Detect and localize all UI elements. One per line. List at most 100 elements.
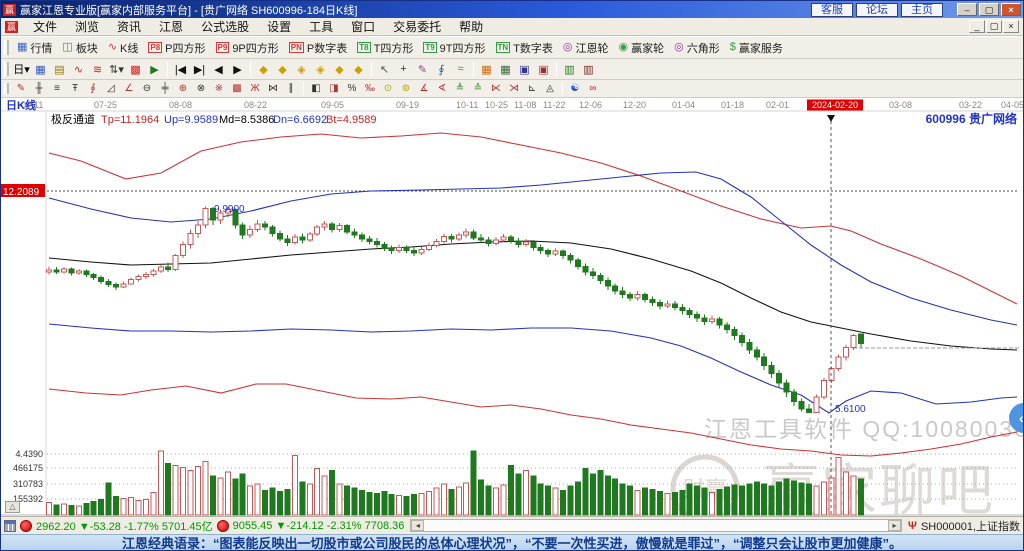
tool-calculator-tool[interactable]: ▦	[496, 61, 515, 78]
mdi-restore-button[interactable]: ▢	[986, 20, 1002, 33]
toolbar-button-winner-service[interactable]: $ 赢家服务	[725, 39, 788, 57]
toolbar-button-t-number-table[interactable]: TN T数字表	[491, 39, 558, 57]
menu-item-资讯[interactable]: 资讯	[108, 17, 150, 36]
tool-trend-tool-2[interactable]: ≋	[88, 61, 107, 78]
toolbar-button-quotes[interactable]: ▦ 行情	[12, 39, 57, 57]
menu-item-帮助[interactable]: 帮助	[450, 17, 492, 36]
tool-draw-triangle[interactable]: ◿	[102, 81, 120, 96]
menu-item-设置[interactable]: 设置	[258, 17, 300, 36]
toolbar-button-p-square[interactable]: P8 P四方形	[143, 39, 210, 57]
tool-draw-permille[interactable]: ‰	[361, 81, 379, 96]
tool-pen-tool[interactable]: ✎	[413, 61, 432, 78]
maximize-button[interactable]: ▢	[979, 3, 999, 16]
tool-zoom-diamond-6[interactable]: ◆	[349, 61, 368, 78]
tool-zoom-diamond-3[interactable]: ◈	[292, 61, 311, 78]
tool-calendar-tool[interactable]: ▦	[477, 61, 496, 78]
tool-color-flag-tool[interactable]: ▶	[145, 61, 164, 78]
quotes-grid-icon[interactable]	[4, 519, 16, 532]
close-button[interactable]: ×	[1001, 3, 1021, 16]
tool-infinity-tool[interactable]: ∞	[584, 81, 602, 96]
tool-trend-tool-1[interactable]: ∿	[69, 61, 88, 78]
tool-draw-target2[interactable]: ⊚	[397, 81, 415, 96]
tool-draw-percent[interactable]: %	[343, 81, 361, 96]
tool-draw-box-right[interactable]: ◨	[325, 81, 343, 96]
menu-item-浏览[interactable]: 浏览	[66, 17, 108, 36]
tool-draw-angle2[interactable]: ∡	[415, 81, 433, 96]
chart-canvas[interactable]: 江恩工具软件 QQ:100800360赢家聊吧财赢07-1107-2508-08…	[1, 98, 1024, 524]
tool-zoom-diamond-1[interactable]: ◆	[254, 61, 273, 78]
scroll-right-arrow[interactable]: ▸	[888, 520, 902, 531]
tool-draw-spiral[interactable]: ∮	[84, 81, 102, 96]
menu-item-公式选股[interactable]: 公式选股	[192, 17, 258, 36]
tool-draw-pen[interactable]: ✎	[12, 81, 30, 96]
tool-first-page[interactable]: |◀	[171, 61, 190, 78]
tool-draw-perp[interactable]: ⊾	[523, 81, 541, 96]
tool-draw-circle-plus[interactable]: ⊕	[174, 81, 192, 96]
tool-draw-ltimes[interactable]: ⋉	[487, 81, 505, 96]
tool-period-day-dropdown[interactable]: 日▾	[12, 61, 31, 78]
tool-import-tool[interactable]: ▥	[579, 61, 598, 78]
tool-draw-hlines[interactable]: ≡	[48, 81, 66, 96]
tool-draw-tri2[interactable]: ◬	[541, 81, 559, 96]
mdi-close-button[interactable]: ×	[1003, 20, 1019, 33]
mdi-minimize-button[interactable]: _	[969, 20, 985, 33]
tool-draw-rtimes[interactable]: ⋊	[505, 81, 523, 96]
tool-draw-angle3[interactable]: ∢	[433, 81, 451, 96]
tool-draw-cycle[interactable]: Ж	[246, 81, 264, 96]
tool-draw-gann-grid[interactable]: ╫	[30, 81, 48, 96]
tool-draw-box-left[interactable]: ◧	[307, 81, 325, 96]
toolbar-button-hexagon[interactable]: ◎ 六角形	[669, 39, 725, 57]
tool-draw-delta-eq[interactable]: ≜	[451, 81, 469, 96]
tool-draw-flag[interactable]: Ŧ	[66, 81, 84, 96]
minimize-button[interactable]: –	[957, 3, 977, 16]
tool-draw-target[interactable]: ⊙	[379, 81, 397, 96]
toolbar-button-p-number-table[interactable]: PN P数字表	[284, 39, 352, 57]
tool-last-page[interactable]: ▶|	[190, 61, 209, 78]
tool-zoom-diamond-4[interactable]: ◈	[311, 61, 330, 78]
titlebar-button-customer-service[interactable]: 客服	[811, 2, 853, 17]
tool-hand-tool[interactable]: ↖	[375, 61, 394, 78]
tool-draw-est[interactable]: ≙	[469, 81, 487, 96]
tool-draw-bowtie[interactable]: ⋈	[264, 81, 282, 96]
toolbar-button-t9-square[interactable]: T9 9T四方形	[418, 39, 490, 57]
menu-item-交易委托[interactable]: 交易委托	[384, 17, 450, 36]
titlebar-button-homepage[interactable]: 主页	[901, 2, 943, 17]
tool-red-grid-tool[interactable]: ▩	[126, 61, 145, 78]
tool-chart-window[interactable]: ▦	[31, 61, 50, 78]
tool-save-disk[interactable]: ▣	[534, 61, 553, 78]
toolbar-button-kline[interactable]: ∿ K线	[103, 39, 144, 57]
horizontal-scrollbar[interactable]: ◂ ▸	[410, 519, 903, 532]
tool-draw-circle-x[interactable]: ⊗	[192, 81, 210, 96]
menu-item-文件[interactable]: 文件	[24, 17, 66, 36]
tool-export-tool[interactable]: ▥	[560, 61, 579, 78]
tool-info-board[interactable]: ▤	[50, 61, 69, 78]
tool-prev-bar[interactable]: ◀	[209, 61, 228, 78]
tool-draw-grid2[interactable]: ╪	[156, 81, 174, 96]
tool-next-bar[interactable]: ▶	[228, 61, 247, 78]
tool-taiji-tool[interactable]: ☯	[566, 81, 584, 96]
tool-draw-circle-minus[interactable]: ⊖	[138, 81, 156, 96]
tool-gann-tool[interactable]: ∮	[432, 61, 451, 78]
toolbar-button-t-square[interactable]: T8 T四方形	[352, 39, 418, 57]
tool-draw-ref-mark[interactable]: ※	[210, 81, 228, 96]
window-controls: – ▢ ×	[957, 3, 1021, 16]
toolbar-button-sectors[interactable]: ◫ 板块	[57, 39, 102, 57]
tool-crosshair-tool[interactable]: +	[394, 61, 413, 78]
tool-wave-tool[interactable]: ≈	[451, 61, 470, 78]
toolbar-button-gann-wheel[interactable]: ◎ 江恩轮	[558, 39, 614, 57]
volume-pane-expand-button[interactable]: △	[5, 501, 20, 513]
tool-draw-parallel[interactable]: ∥	[282, 81, 300, 96]
tool-candle-style-dropdown[interactable]: ⇅▾	[107, 61, 126, 78]
menu-item-江恩[interactable]: 江恩	[150, 17, 192, 36]
tool-draw-shade[interactable]: ▩	[228, 81, 246, 96]
toolbar-button-winner-wheel[interactable]: ◉ 赢家轮	[614, 39, 670, 57]
tool-zoom-diamond-2[interactable]: ◆	[273, 61, 292, 78]
tool-zoom-diamond-5[interactable]: ◆	[330, 61, 349, 78]
titlebar-button-forum[interactable]: 论坛	[856, 2, 898, 17]
tool-draw-angle[interactable]: ∠	[120, 81, 138, 96]
menu-item-工具[interactable]: 工具	[300, 17, 342, 36]
toolbar-button-p9-square[interactable]: P9 9P四方形	[211, 39, 284, 57]
menu-item-窗口[interactable]: 窗口	[342, 17, 384, 36]
tool-save-chart[interactable]: ▣	[515, 61, 534, 78]
scroll-left-arrow[interactable]: ◂	[411, 520, 425, 531]
